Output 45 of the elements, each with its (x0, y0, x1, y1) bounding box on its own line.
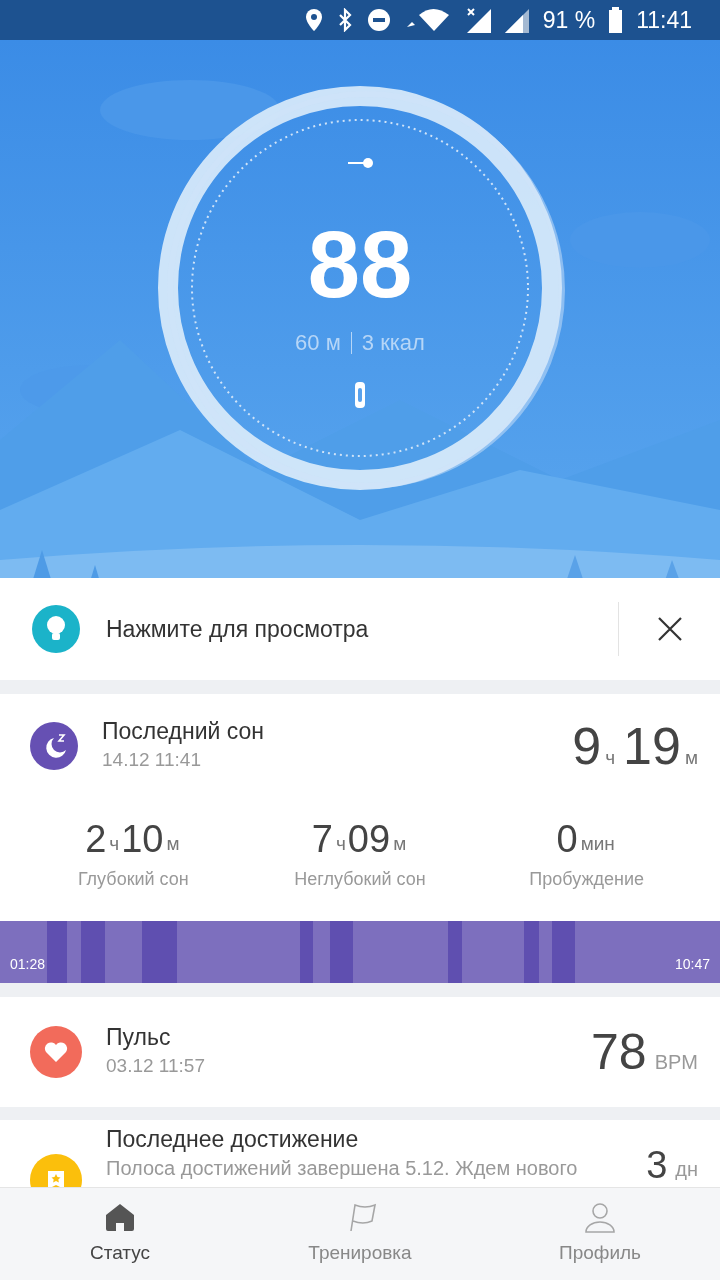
stat-value: 7 (311, 820, 333, 859)
do-not-disturb-icon (366, 8, 391, 32)
battery-level: 91 % (542, 5, 596, 35)
calories: 3 ккал (361, 329, 425, 357)
card-description: Полоса достижений завершена 5.12. Ждем нового (106, 1155, 579, 1180)
distance: 60 м (295, 329, 341, 357)
card-date: 03.12 11:57 (106, 1053, 206, 1078)
unit-label: мин (580, 831, 615, 856)
unit-label: дн (675, 1157, 698, 1183)
unit-label: м (166, 831, 180, 856)
stat-label: Пробуждение (529, 868, 644, 892)
card-title: Пульс (106, 1024, 172, 1052)
unit-label: ч (109, 831, 120, 856)
unit-label: м (393, 831, 407, 856)
battery-icon (609, 7, 623, 33)
unit-label: ч (605, 745, 616, 770)
location-icon (304, 8, 323, 32)
nav-tab[interactable]: Статус (0, 1188, 240, 1280)
card-value: 3 (646, 1146, 668, 1185)
no-signal-icon (464, 7, 491, 33)
card-date: 14.12 11:41 (102, 747, 202, 772)
stat-value: 2 (85, 820, 107, 859)
sleep-hours: 9 (572, 720, 602, 773)
unit-label: BPM (654, 1050, 698, 1076)
stat-value: 09 (347, 820, 391, 859)
clock: 11:41 (636, 5, 692, 35)
sleep-minutes: 19 (623, 720, 681, 773)
person-icon (583, 1200, 617, 1233)
card-value: 78 (591, 1027, 647, 1078)
step-count: 88 (307, 218, 413, 312)
lightbulb-icon (44, 615, 68, 643)
signal-icon (504, 7, 529, 33)
band-icon (354, 381, 366, 409)
bluetooth-icon (336, 8, 353, 32)
timeline-end: 10:47 (674, 955, 710, 975)
unit-label: м (684, 745, 698, 770)
stat-label: Глубокий сон (77, 868, 189, 892)
card-title: Последний сон (102, 718, 265, 746)
close-icon[interactable] (656, 616, 683, 642)
unit-label: ч (335, 831, 346, 856)
stat-value: 10 (121, 820, 164, 859)
stat-label: Неглубокий сон (294, 868, 426, 892)
card-title: Последнее достижение (106, 1126, 360, 1154)
stat-value: 0 (556, 820, 578, 859)
timeline-start: 01:28 (10, 955, 46, 975)
